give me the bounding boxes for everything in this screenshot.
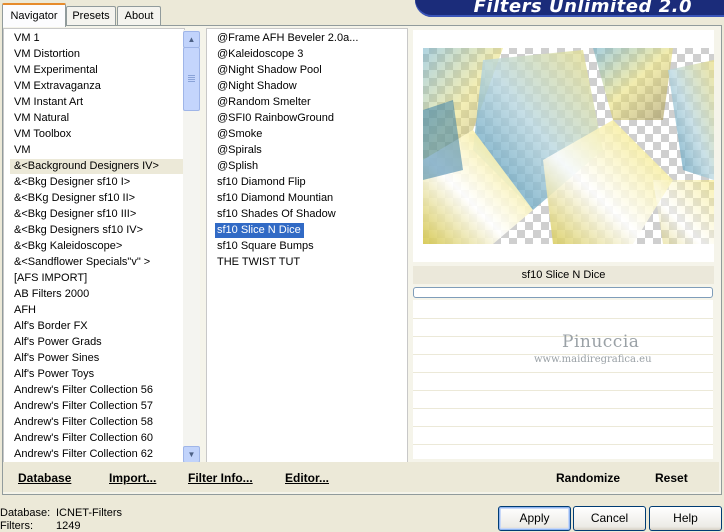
list-item[interactable]: @Night Shadow xyxy=(215,79,300,94)
status-filters-value: 1249 xyxy=(56,520,81,532)
list-item[interactable]: Andrew's Filter Collection 56 xyxy=(12,383,156,398)
list-item[interactable]: VM Extravaganza xyxy=(12,79,104,94)
list-item[interactable]: @Night Shadow Pool xyxy=(215,63,325,78)
watermark-name: Pinuccia xyxy=(562,332,640,352)
title-banner: Filters Unlimited 2.0 xyxy=(415,0,724,17)
tab-about[interactable]: About xyxy=(117,6,161,25)
chevron-up-icon: ▲ xyxy=(187,35,196,44)
progress-bar xyxy=(413,287,713,298)
help-button[interactable]: Help xyxy=(649,506,722,531)
list-item[interactable]: Alf's Power Toys xyxy=(12,367,97,382)
category-scrollbar[interactable]: ▲ ▼ xyxy=(183,30,200,463)
apply-button[interactable]: Apply xyxy=(498,506,571,531)
list-item[interactable]: &<Bkg Kaleidoscope> xyxy=(12,239,125,254)
list-item[interactable]: @Random Smelter xyxy=(215,95,314,110)
status-filters-label: Filters: xyxy=(0,520,33,532)
preview-panel xyxy=(413,30,714,262)
list-item[interactable]: Alf's Power Grads xyxy=(12,335,105,350)
list-item[interactable]: @Spirals xyxy=(215,143,265,158)
status-database-value: ICNET-Filters xyxy=(56,507,122,519)
list-item[interactable]: VM Toolbox xyxy=(12,127,74,142)
scroll-up-button[interactable]: ▲ xyxy=(183,31,200,48)
scroll-down-button[interactable]: ▼ xyxy=(183,446,200,463)
tab-presets[interactable]: Presets xyxy=(66,6,116,25)
import-button[interactable]: Import... xyxy=(109,471,156,485)
list-item[interactable]: Alf's Power Sines xyxy=(12,351,102,366)
database-button[interactable]: Database xyxy=(18,471,71,485)
watermark-url: www.maidiregrafica.eu xyxy=(534,354,652,365)
list-item[interactable]: &<Sandflower Specials"v" > xyxy=(12,255,153,270)
list-item[interactable]: sf10 Shades Of Shadow xyxy=(215,207,339,222)
list-item[interactable]: AB Filters 2000 xyxy=(12,287,92,302)
list-item[interactable]: VM Natural xyxy=(12,111,72,126)
list-item[interactable]: &<Bkg Designer sf10 I> xyxy=(12,175,133,190)
reset-button[interactable]: Reset xyxy=(655,471,688,485)
list-item[interactable]: VM xyxy=(12,143,34,158)
preview-filter-name: sf10 Slice N Dice xyxy=(413,266,714,284)
status-database-label: Database: xyxy=(0,507,51,519)
list-item[interactable]: @SFI0 RainbowGround xyxy=(215,111,337,126)
list-item[interactable]: VM Instant Art xyxy=(12,95,86,110)
filter-list[interactable]: @Frame AFH Beveler 2.0a... @Kaleidoscope … xyxy=(206,28,408,464)
list-item[interactable]: sf10 Diamond Flip xyxy=(215,175,309,190)
randomize-button[interactable]: Randomize xyxy=(556,471,620,485)
tab-navigator[interactable]: Navigator xyxy=(2,3,66,27)
list-item[interactable]: VM Experimental xyxy=(12,63,101,78)
list-item[interactable]: &<Background Designers IV> xyxy=(10,159,184,174)
preview-image xyxy=(423,48,714,244)
editor-button[interactable]: Editor... xyxy=(285,471,329,485)
list-item[interactable]: [AFS IMPORT] xyxy=(12,271,90,286)
category-list[interactable]: VM 1 VM Distortion VM Experimental VM Extra… xyxy=(3,28,185,464)
parameter-area xyxy=(413,300,713,459)
list-item[interactable]: sf10 Slice N Dice xyxy=(215,223,304,238)
list-item[interactable]: @Smoke xyxy=(215,127,265,142)
list-item[interactable]: VM 1 xyxy=(12,31,43,46)
scroll-thumb[interactable] xyxy=(183,47,200,111)
list-item[interactable]: Andrew's Filter Collection 58 xyxy=(12,415,156,430)
list-item[interactable]: @Frame AFH Beveler 2.0a... xyxy=(215,31,361,46)
list-item[interactable]: sf10 Diamond Mountian xyxy=(215,191,336,206)
app-title: Filters Unlimited 2.0 xyxy=(473,0,692,17)
list-item[interactable]: @Kaleidoscope 3 xyxy=(215,47,306,62)
list-item[interactable]: Alf's Border FX xyxy=(12,319,91,334)
list-item[interactable]: Andrew's Filter Collection 62 xyxy=(12,447,156,462)
list-item[interactable]: &<Bkg Designers sf10 IV> xyxy=(12,223,146,238)
list-item[interactable]: @Splish xyxy=(215,159,261,174)
list-item[interactable]: VM Distortion xyxy=(12,47,83,62)
chevron-down-icon: ▼ xyxy=(187,450,196,459)
list-item[interactable]: &<BKg Designer sf10 II> xyxy=(12,191,138,206)
list-item[interactable]: sf10 Square Bumps xyxy=(215,239,317,254)
list-item[interactable]: Andrew's Filter Collection 57 xyxy=(12,399,156,414)
cancel-button[interactable]: Cancel xyxy=(573,506,646,531)
list-item[interactable]: THE TWIST TUT xyxy=(215,255,303,270)
filter-info-button[interactable]: Filter Info... xyxy=(188,471,253,485)
list-item[interactable]: &<Bkg Designer sf10 III> xyxy=(12,207,139,222)
list-item[interactable]: AFH xyxy=(12,303,39,318)
list-item[interactable]: Andrew's Filter Collection 60 xyxy=(12,431,156,446)
